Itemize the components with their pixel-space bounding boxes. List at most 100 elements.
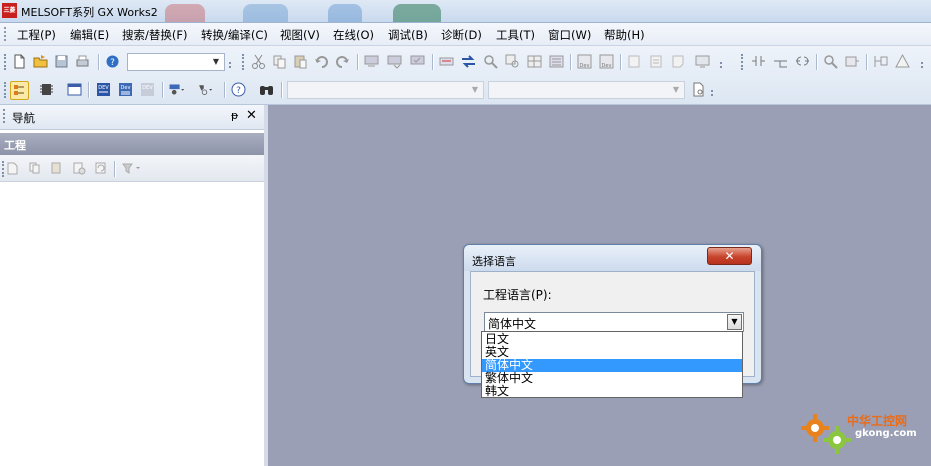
note-icon[interactable] [670, 53, 687, 70]
program-selector-combo[interactable]: ▼ [287, 81, 484, 99]
menu-view[interactable]: 视图(V) [280, 27, 320, 43]
menu-tools[interactable]: 工具(T) [496, 27, 535, 43]
navigation-section-project[interactable]: 工程 [0, 133, 264, 155]
toolbar-separator [570, 54, 572, 70]
ladder-coil-icon[interactable] [794, 53, 811, 70]
language-option-korean[interactable]: 韩文 [482, 385, 742, 398]
dev-edit-icon[interactable]: DEV [95, 81, 112, 98]
paste-icon[interactable] [292, 53, 309, 70]
save-icon[interactable] [53, 53, 70, 70]
titlebar-decoration [393, 4, 441, 22]
svg-text:DEV: DEV [98, 85, 109, 91]
toolbar-grip[interactable] [4, 54, 8, 70]
toolbar-overflow-grip[interactable] [720, 62, 724, 68]
warning-icon[interactable] [894, 53, 911, 70]
find-icon[interactable] [482, 53, 499, 70]
menu-help[interactable]: 帮助(H) [604, 27, 645, 43]
toolbar-overflow-grip[interactable] [229, 62, 233, 68]
module-icon[interactable] [38, 81, 55, 98]
menu-online[interactable]: 在线(O) [333, 27, 374, 43]
menu-project[interactable]: 工程(P) [17, 27, 56, 43]
menu-diagnostics[interactable]: 诊断(D) [441, 27, 482, 43]
toolbar-separator [98, 54, 100, 70]
help-topic-icon[interactable]: ? [230, 81, 247, 98]
panel-grip[interactable] [3, 109, 7, 123]
ladder-contact-icon[interactable] [750, 53, 767, 70]
dev-init-icon[interactable]: DEV [139, 81, 156, 98]
toolbar-separator [816, 54, 818, 70]
new-file-icon[interactable] [11, 53, 28, 70]
zoom-icon[interactable] [822, 53, 839, 70]
navigation-section-label: 工程 [4, 139, 26, 152]
new-data-icon[interactable] [6, 161, 20, 175]
toolbar-grip[interactable] [242, 54, 246, 70]
help-icon[interactable]: ? [104, 53, 121, 70]
toolbar-separator [620, 54, 622, 70]
ladder-branch-icon[interactable] [772, 53, 789, 70]
print-icon[interactable] [74, 53, 91, 70]
dev-monitor-icon[interactable]: Dev [576, 53, 593, 70]
function-icon[interactable] [872, 53, 889, 70]
label-selector-combo[interactable]: ▼ [488, 81, 685, 99]
chevron-down-icon[interactable]: ▼ [727, 314, 742, 330]
redo-icon[interactable] [334, 53, 351, 70]
copy-icon[interactable] [271, 53, 288, 70]
comment-icon[interactable] [626, 53, 643, 70]
device-list-icon[interactable] [548, 53, 565, 70]
close-icon: ✕ [724, 249, 735, 263]
device-read-icon[interactable] [363, 53, 380, 70]
device-verify-icon[interactable] [409, 53, 426, 70]
dialog-titlebar[interactable]: 选择语言 ✕ [464, 245, 761, 271]
language-option-japanese[interactable]: 日文 [482, 333, 742, 346]
toolbar-overflow-grip[interactable] [921, 62, 925, 68]
ladder-insert-icon[interactable] [438, 53, 455, 70]
device-write-icon[interactable] [386, 53, 403, 70]
data-property-icon[interactable] [72, 161, 86, 175]
filter-dropdown-icon[interactable] [121, 161, 143, 175]
svg-text:?: ? [236, 86, 241, 96]
refresh-data-icon[interactable] [94, 161, 108, 175]
toolbar-overflow-grip[interactable] [711, 90, 715, 96]
navigation-window-icon[interactable] [10, 81, 29, 100]
toolbar-grip[interactable] [741, 54, 745, 70]
watch-icon[interactable] [168, 81, 190, 98]
toolbar-separator [224, 82, 226, 98]
binoculars-icon[interactable] [258, 81, 275, 98]
app-logo-icon: 三菱 [2, 3, 17, 18]
monitor-icon[interactable] [694, 53, 711, 70]
find-device-icon[interactable] [504, 53, 521, 70]
chevron-down-icon[interactable]: ▼ [468, 83, 482, 97]
toolbar-grip[interactable] [4, 82, 8, 98]
pin-icon[interactable]: ᵽ [231, 109, 238, 122]
menu-debug[interactable]: 调试(B) [388, 27, 428, 43]
dialog-close-button[interactable]: ✕ [707, 247, 752, 265]
chevron-down-icon[interactable]: ▼ [209, 55, 223, 69]
language-option-traditional-chinese[interactable]: 繁体中文 [482, 372, 742, 385]
statement-icon[interactable] [648, 53, 665, 70]
undo-icon[interactable] [313, 53, 330, 70]
toolbar-combo[interactable]: ▼ [127, 53, 225, 71]
cross-reference-icon[interactable] [526, 53, 543, 70]
menu-edit[interactable]: 编辑(E) [70, 27, 109, 43]
project-language-select[interactable]: 简体中文 ▼ [484, 312, 744, 332]
menu-window[interactable]: 窗口(W) [548, 27, 591, 43]
cut-icon[interactable] [250, 53, 267, 70]
dev-batch-icon[interactable]: Dev [598, 53, 615, 70]
dev-memory-icon[interactable]: Dev [117, 81, 134, 98]
menu-convert-compile[interactable]: 转换/编译(C) [201, 27, 268, 43]
step-icon[interactable] [844, 53, 861, 70]
chevron-down-icon[interactable]: ▼ [669, 83, 683, 97]
toolbar-separator [281, 82, 283, 98]
document-search-icon[interactable] [690, 81, 707, 98]
menu-grip[interactable] [4, 27, 8, 41]
test-tool-icon[interactable] [196, 81, 218, 98]
titlebar-decoration [165, 4, 205, 22]
transfer-icon[interactable] [460, 53, 477, 70]
menu-find-replace[interactable]: 搜索/替换(F) [122, 27, 187, 43]
copy-data-icon[interactable] [28, 161, 42, 175]
paste-data-icon[interactable] [50, 161, 64, 175]
list-window-icon[interactable] [66, 81, 83, 98]
close-icon[interactable]: ✕ [246, 108, 257, 123]
project-language-label: 工程语言(P): [483, 288, 552, 302]
open-folder-icon[interactable] [32, 53, 49, 70]
